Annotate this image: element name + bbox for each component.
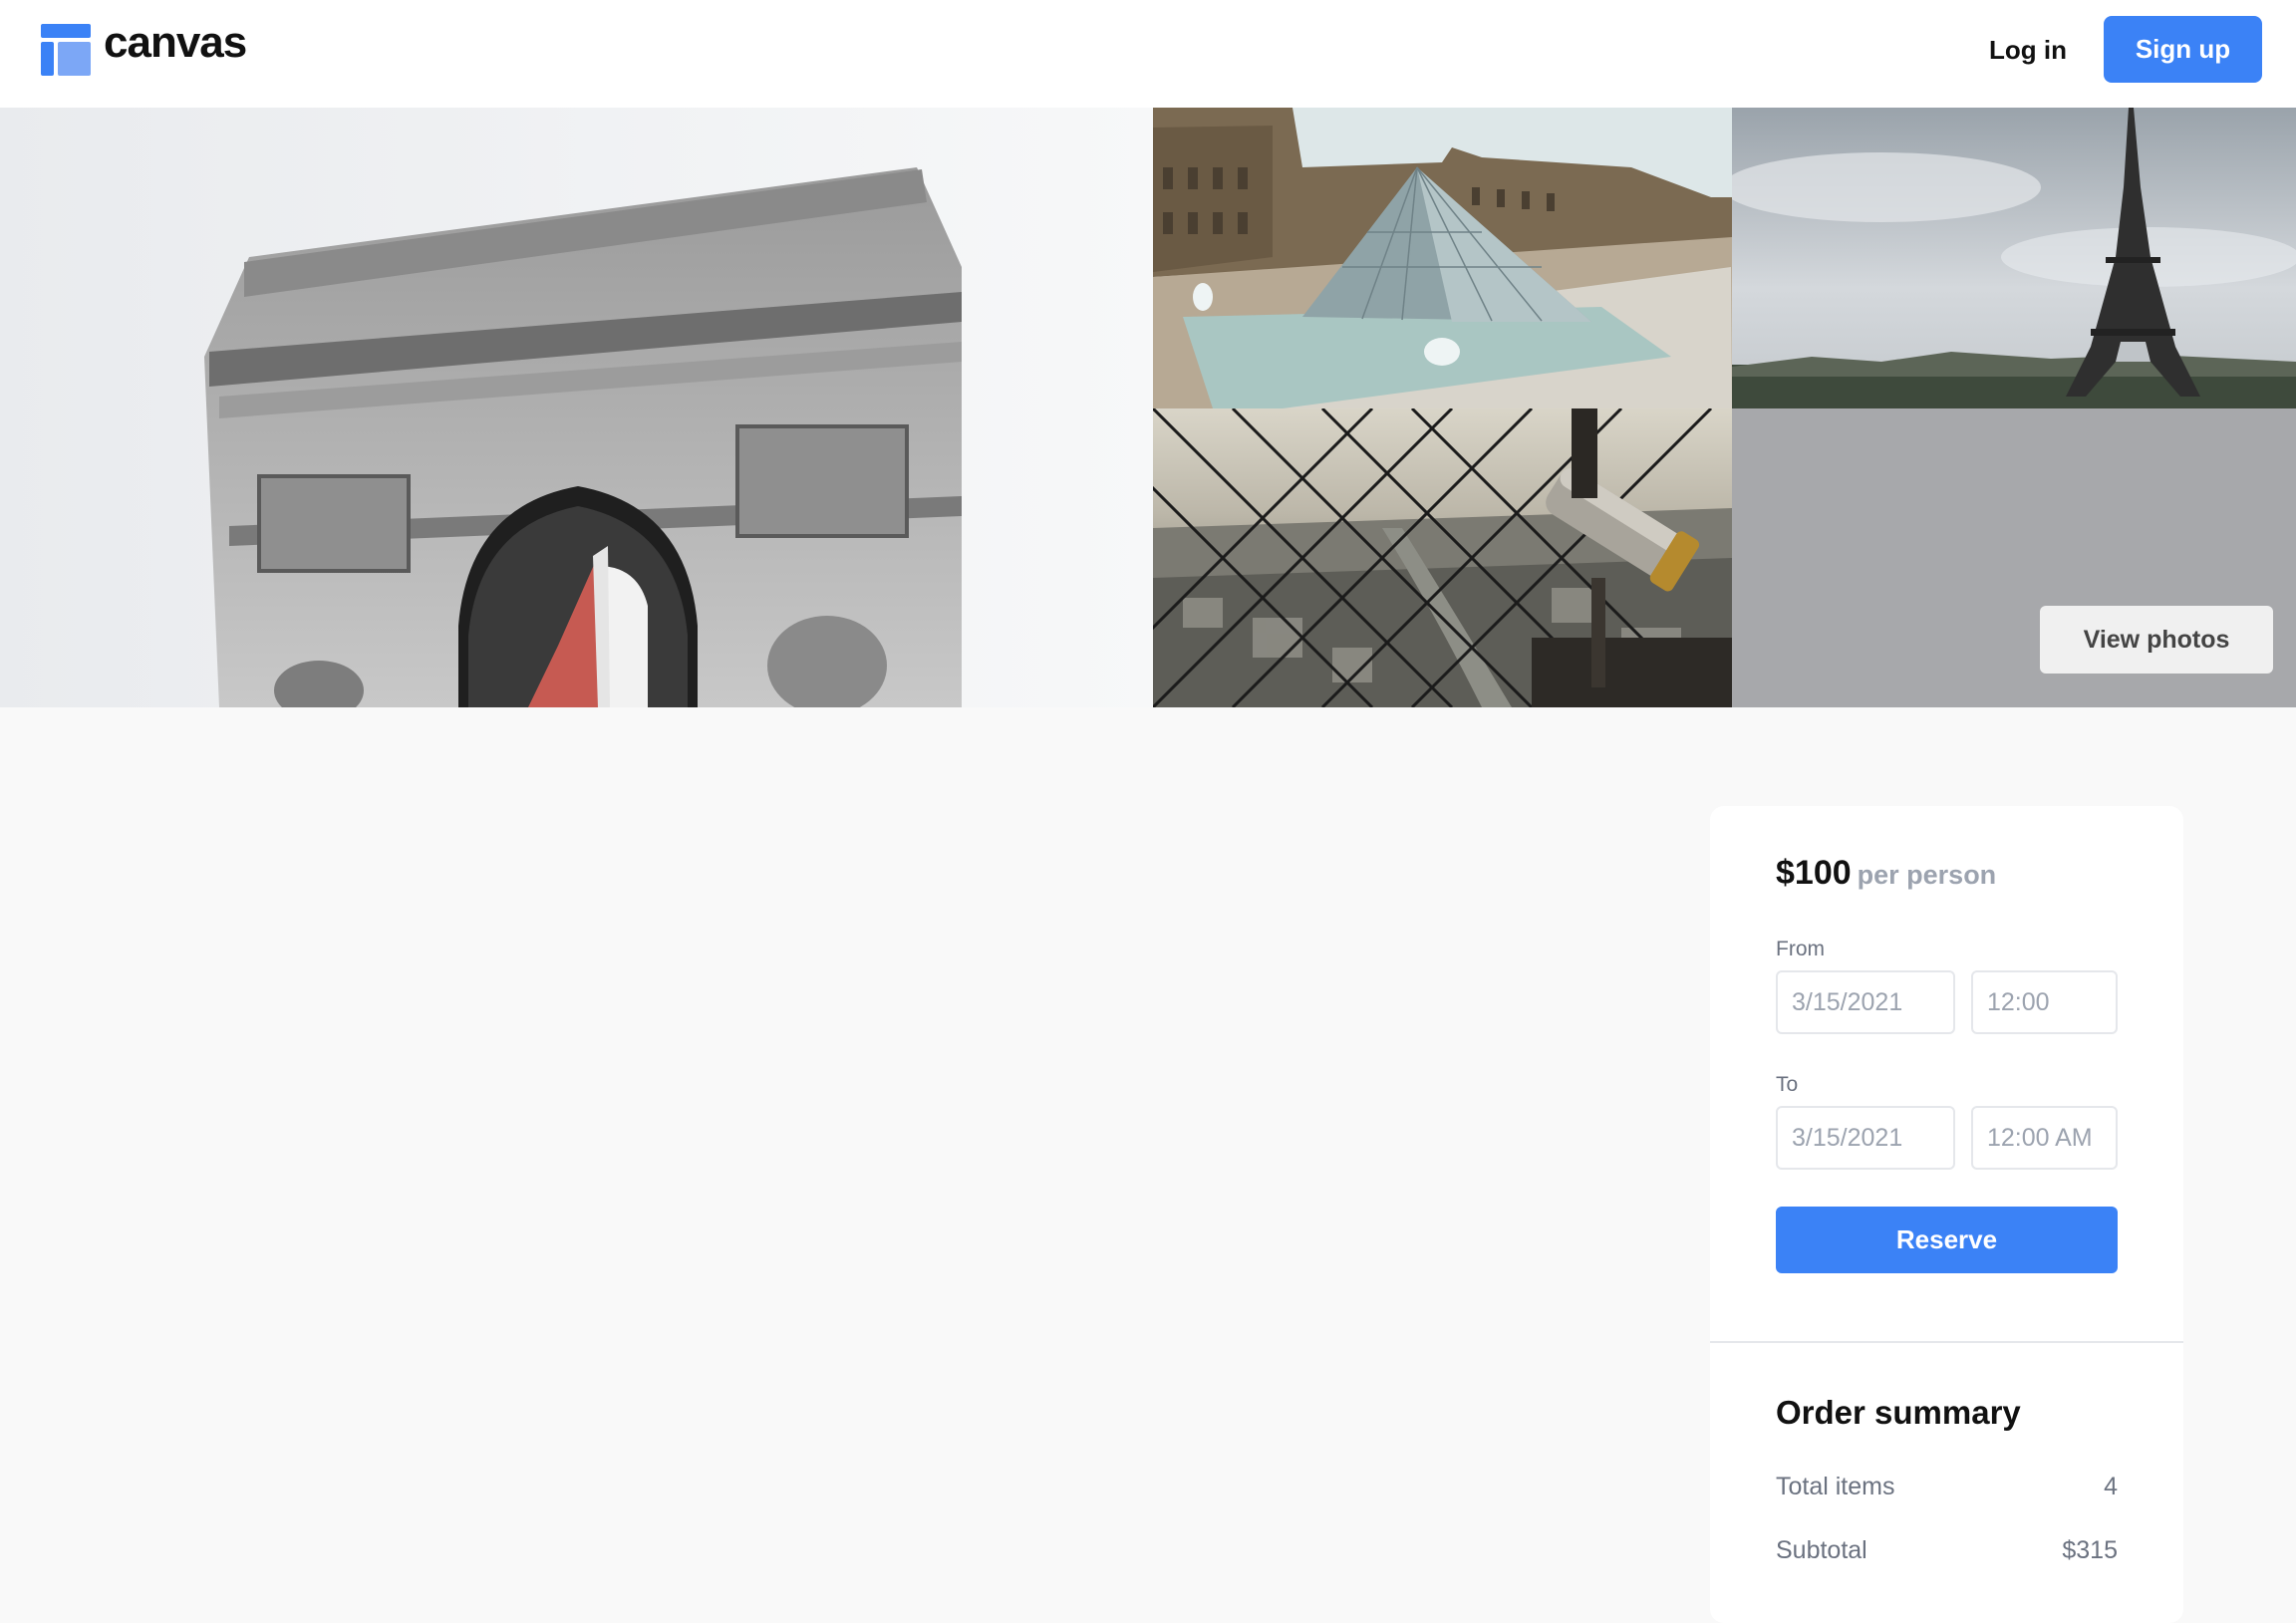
summary-row-value: $315 bbox=[2062, 1536, 2118, 1564]
louvre-pyramid-photo[interactable] bbox=[1153, 108, 1732, 408]
top-nav: canvas Log in Sign up bbox=[0, 0, 2296, 108]
from-date-field[interactable]: 3/15/2021 bbox=[1776, 970, 1955, 1034]
summary-row-value: 4 bbox=[2104, 1473, 2118, 1500]
canvas-logo-icon[interactable] bbox=[41, 24, 91, 76]
summary-row-subtotal: Subtotal $315 bbox=[1776, 1536, 2118, 1565]
to-label: To bbox=[1776, 1073, 1799, 1096]
to-date-field[interactable]: 3/15/2021 bbox=[1776, 1106, 1955, 1170]
to-time-field[interactable]: 12:00 AM bbox=[1971, 1106, 2118, 1170]
summary-row-total-items: Total items 4 bbox=[1776, 1473, 2118, 1501]
summary-row-label: Subtotal bbox=[1776, 1536, 1867, 1564]
brand-name[interactable]: canvas bbox=[104, 18, 247, 68]
telescope-view-photo[interactable] bbox=[1153, 408, 1732, 707]
eiffel-tower-photo[interactable] bbox=[1732, 108, 2296, 408]
login-link[interactable]: Log in bbox=[1973, 30, 2083, 70]
from-time-field[interactable]: 12:00 bbox=[1971, 970, 2118, 1034]
reserve-button[interactable]: Reserve bbox=[1776, 1207, 2118, 1273]
price-amount: $100 bbox=[1776, 854, 1852, 892]
signup-button[interactable]: Sign up bbox=[2104, 16, 2262, 83]
view-photos-button[interactable]: View photos bbox=[2040, 606, 2273, 674]
summary-row-label: Total items bbox=[1776, 1473, 1895, 1500]
order-summary-title: Order summary bbox=[1776, 1394, 2021, 1431]
from-label: From bbox=[1776, 938, 1825, 960]
arc-de-triomphe-photo[interactable] bbox=[0, 108, 1153, 707]
card-divider bbox=[1710, 1341, 2183, 1343]
price-unit: per person bbox=[1857, 860, 1997, 890]
photo-gallery bbox=[0, 108, 2296, 707]
price: $100 per person bbox=[1776, 854, 1996, 893]
booking-card: $100 per person From 3/15/2021 12:00 To 3… bbox=[1710, 806, 2183, 1623]
